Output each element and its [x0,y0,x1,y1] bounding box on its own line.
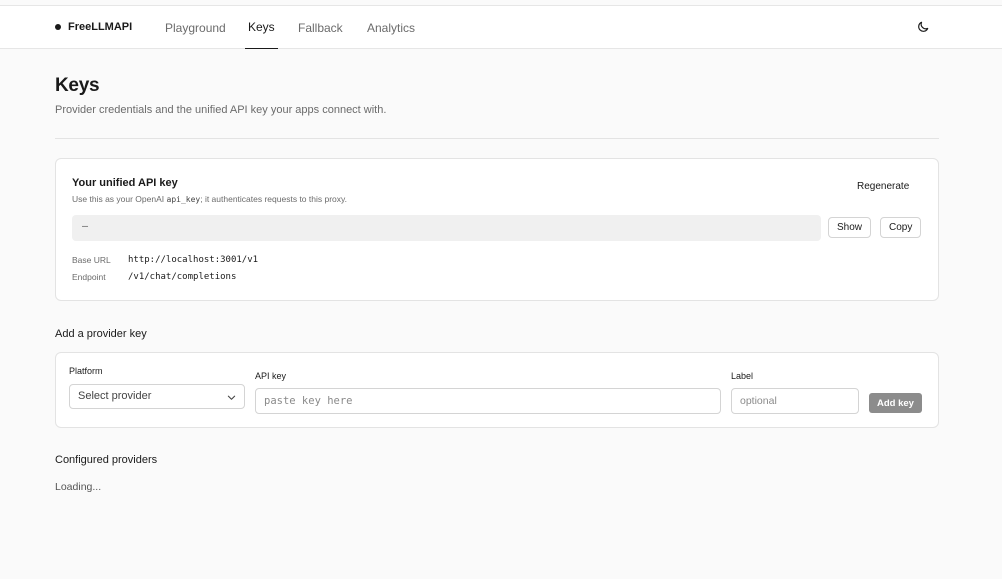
loading-status: Loading... [55,481,102,493]
description-text-end: ; it authenticates requests to this prox… [200,194,347,204]
base-url-label: Base URL [72,255,111,265]
api-key-input[interactable] [255,388,721,414]
nav-tab-fallback[interactable]: Fallback [298,6,343,49]
brand-dot-icon [55,24,61,30]
label-input[interactable] [731,388,859,414]
brand-name: FreeLLMAPI [68,21,133,33]
add-provider-title: Add a provider key [55,328,147,340]
nav-tab-playground[interactable]: Playground [165,6,226,49]
chevron-down-icon [227,395,236,400]
platform-selected-value: Select provider [78,390,152,402]
configured-providers-title: Configured providers [55,454,158,466]
api-key-code: api_key [166,195,201,204]
add-key-button[interactable]: Add key [869,393,922,413]
copy-button[interactable]: Copy [880,217,922,238]
endpoint-value: /v1/chat/completions [128,272,237,282]
unified-key-title: Your unified API key [72,177,178,189]
nav-tab-keys[interactable]: Keys [245,6,278,49]
platform-label: Platform [69,366,103,376]
moon-icon[interactable] [916,20,930,34]
unified-key-description: Use this as your OpenAI api_key; it auth… [72,194,347,204]
top-nav: FreeLLMAPI Playground Keys Fallback Anal… [0,6,1002,49]
api-key-label: API key [255,371,287,381]
api-key-value[interactable]: – [72,215,821,241]
nav-tab-analytics[interactable]: Analytics [367,6,415,49]
brand[interactable]: FreeLLMAPI [55,6,132,48]
platform-select[interactable]: Select provider [69,384,245,409]
add-provider-card: Platform Select provider API key Label A… [55,352,939,428]
unified-key-card: Your unified API key Use this as your Op… [55,158,939,301]
regenerate-button[interactable]: Regenerate [849,176,917,196]
label-field-label: Label [731,371,754,381]
page-title: Keys [55,75,100,96]
header-divider [55,138,939,139]
base-url-value: http://localhost:3001/v1 [128,255,259,265]
page-subtitle: Provider credentials and the unified API… [55,104,387,116]
endpoint-label: Endpoint [72,272,106,282]
show-button[interactable]: Show [828,217,872,238]
description-text: Use this as your OpenAI [72,194,167,204]
